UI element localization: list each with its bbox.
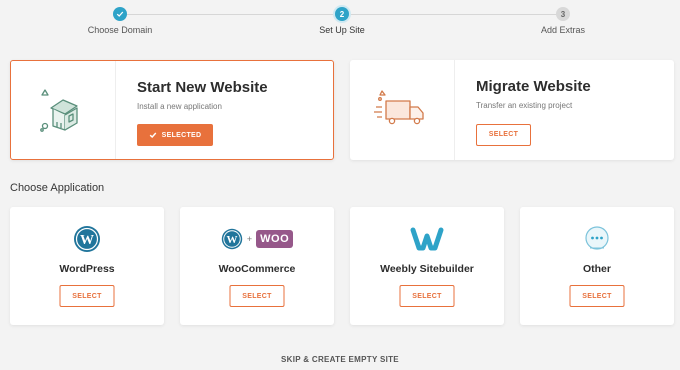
progress-stepper: Choose Domain 2 Set Up Site 3 Add Extras — [0, 0, 680, 44]
check-icon — [149, 132, 156, 139]
app-name: WordPress — [59, 263, 115, 275]
svg-text:W: W — [80, 233, 94, 248]
step-number: 2 — [335, 7, 349, 21]
selected-button-label: SELECTED — [161, 131, 202, 139]
step-label: Add Extras — [540, 25, 586, 35]
step-number: 3 — [556, 7, 570, 21]
app-card-other[interactable]: Other SELECT — [520, 207, 674, 325]
app-card-weebly[interactable]: Weebly Sitebuilder SELECT — [350, 207, 504, 325]
app-name: Other — [582, 263, 611, 275]
app-name: WooCommerce — [218, 263, 296, 275]
app-card-woocommerce[interactable]: W + WOO WooCommerce SELECT — [180, 207, 334, 325]
wordpress-icon: W — [221, 228, 243, 250]
start-new-website-card[interactable]: Start New Website Install a new applicat… — [10, 60, 334, 160]
more-options-icon — [585, 226, 609, 250]
skip-create-empty-site-link[interactable]: SKIP & CREATE EMPTY SITE — [0, 355, 680, 364]
step-label: Choose Domain — [87, 25, 153, 35]
option-subtitle: Install a new application — [137, 102, 222, 111]
other-select-button[interactable]: SELECT — [569, 285, 625, 307]
option-subtitle: Transfer an existing project — [476, 101, 573, 110]
app-card-wordpress[interactable]: W WordPress SELECT — [10, 207, 164, 325]
woocommerce-icon: WOO — [256, 230, 294, 248]
truck-illustration — [350, 60, 455, 160]
weebly-icon — [410, 227, 444, 251]
weebly-select-button[interactable]: SELECT — [399, 285, 455, 307]
step-add-extras[interactable]: 3 Add Extras — [503, 7, 623, 35]
svg-text:W: W — [226, 234, 237, 246]
step-label: Set Up Site — [319, 25, 365, 35]
migrate-select-button[interactable]: SELECT — [476, 123, 531, 146]
step-choose-domain[interactable]: Choose Domain — [60, 7, 180, 35]
selected-button[interactable]: SELECTED — [137, 124, 213, 146]
moving-truck-icon — [374, 90, 424, 125]
app-name: Weebly Sitebuilder — [380, 263, 474, 275]
wordpress-icon: W — [74, 226, 100, 252]
option-title: Migrate Website — [476, 78, 591, 95]
section-title: Choose Application — [10, 182, 105, 194]
migrate-website-card[interactable]: Migrate Website Transfer an existing pro… — [350, 60, 674, 160]
step-complete-check-icon — [113, 7, 127, 21]
wordpress-select-button[interactable]: SELECT — [59, 285, 115, 307]
step-set-up-site[interactable]: 2 Set Up Site — [282, 7, 402, 35]
plus-icon: + — [246, 234, 253, 244]
house-icon — [40, 89, 78, 132]
house-illustration — [11, 61, 116, 159]
option-title: Start New Website — [137, 79, 268, 96]
woocommerce-select-button[interactable]: SELECT — [229, 285, 285, 307]
